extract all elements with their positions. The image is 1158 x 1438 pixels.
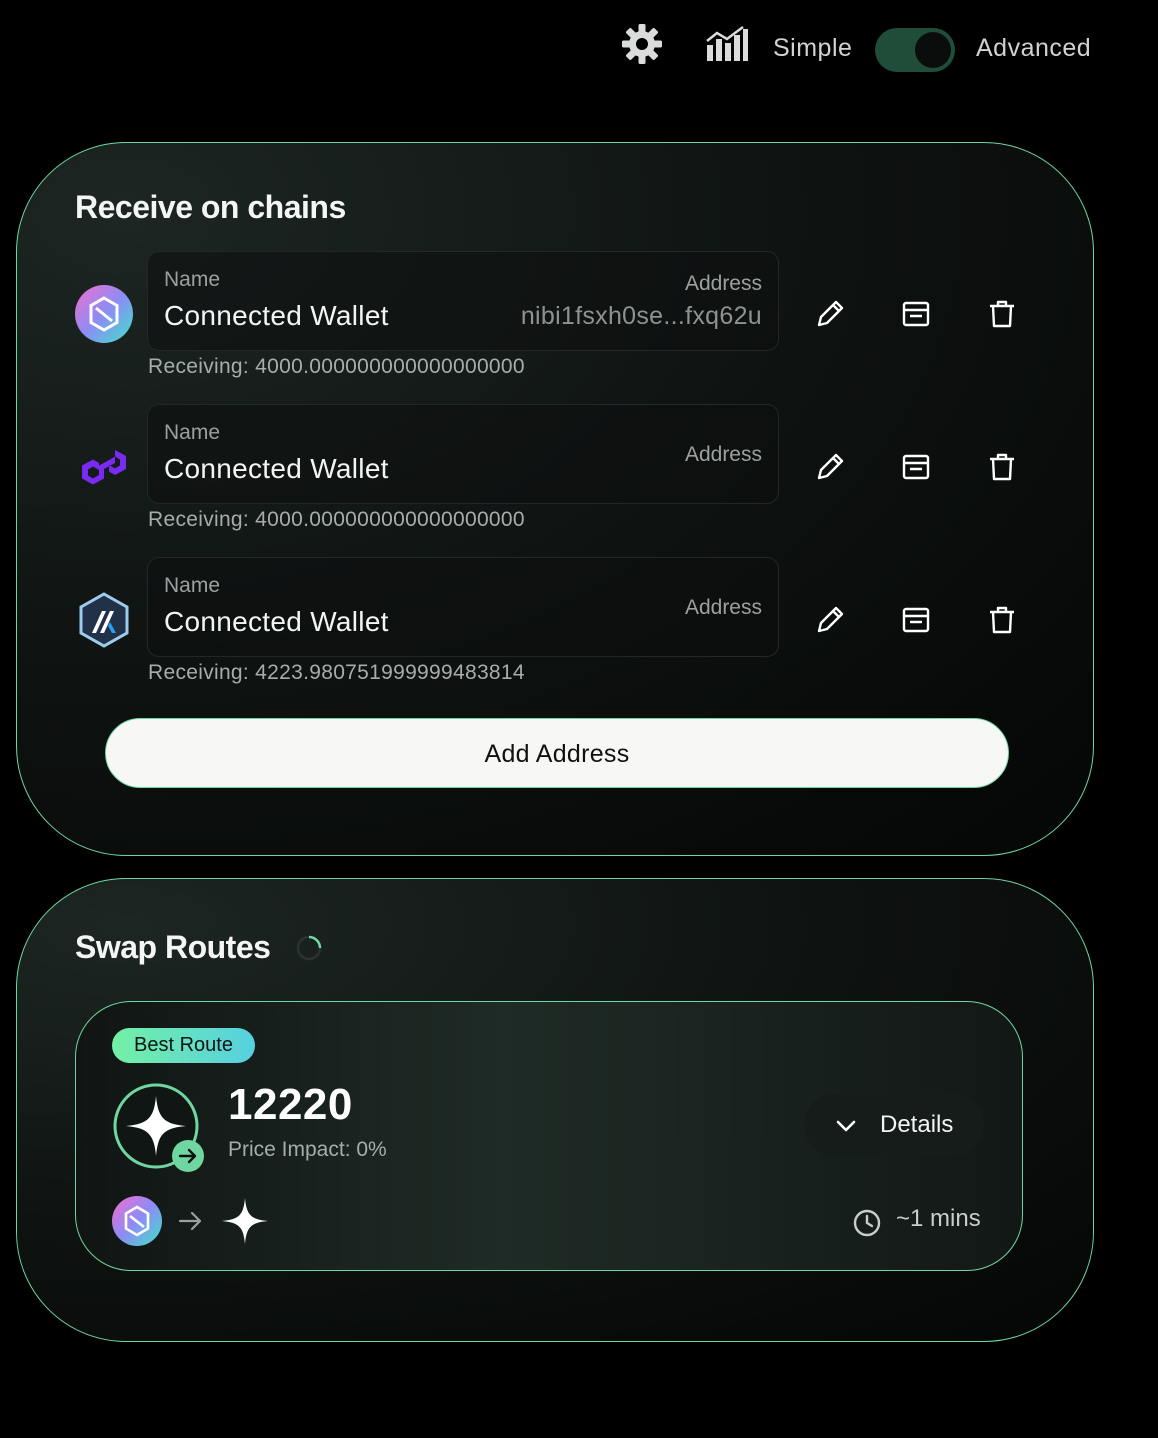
details-label: Details xyxy=(880,1111,954,1138)
chart-icon[interactable] xyxy=(705,25,749,63)
trash-icon[interactable] xyxy=(985,450,1019,484)
name-label: Name xyxy=(164,421,221,444)
address-label: Address xyxy=(684,596,762,619)
wallet-box[interactable]: Name Connected Wallet Address xyxy=(147,557,779,657)
trash-icon[interactable] xyxy=(985,603,1019,637)
pencil-icon[interactable] xyxy=(813,297,847,331)
receive-row: Name Connected Wallet Address Receiving:… xyxy=(17,557,1095,697)
address-value: nibi1fsxh0se...fxq62u xyxy=(520,302,762,330)
wallet-box[interactable]: Name Connected Wallet Address xyxy=(147,404,779,504)
name-label: Name xyxy=(164,268,221,291)
trash-icon[interactable] xyxy=(985,297,1019,331)
arbitrum-icon xyxy=(79,592,129,648)
swap-card: Swap Routes Best Route 12220 Price Impac… xyxy=(16,878,1094,1342)
details-button[interactable]: Details xyxy=(804,1094,984,1156)
loading-spinner-icon xyxy=(296,935,322,961)
receiving-amount: Receiving: 4223.980751999999483814 xyxy=(148,661,525,684)
wallet-box[interactable]: Name Connected Wallet Address nibi1fsxh0… xyxy=(147,251,779,351)
destination-token-icon xyxy=(113,1083,204,1172)
archive-icon[interactable] xyxy=(899,450,933,484)
name-label: Name xyxy=(164,574,221,597)
archive-icon[interactable] xyxy=(899,603,933,637)
mode-advanced-label[interactable]: Advanced xyxy=(976,34,1091,63)
nibiru-icon xyxy=(112,1196,162,1246)
top-bar: Simple Advanced xyxy=(0,0,1158,100)
receive-card: Receive on chains Name Connected Wallet … xyxy=(16,142,1094,856)
gear-icon[interactable] xyxy=(620,22,664,66)
address-label: Address xyxy=(684,272,762,295)
estimated-time: ~1 mins xyxy=(896,1205,981,1232)
receiving-amount: Receiving: 4000.000000000000000000 xyxy=(148,355,525,378)
route-amount: 12220 xyxy=(228,1080,353,1129)
chevron-down-icon xyxy=(836,1120,856,1132)
receive-row: Name Connected Wallet Address nibi1fsxh0… xyxy=(17,251,1095,391)
nibiru-icon xyxy=(75,285,133,343)
sparkle-token-icon xyxy=(222,1198,268,1244)
clock-icon xyxy=(853,1209,881,1237)
receiving-amount: Receiving: 4000.000000000000000000 xyxy=(148,508,525,531)
best-route-badge: Best Route xyxy=(112,1028,255,1063)
arrow-right-icon xyxy=(178,1211,202,1231)
wallet-name: Connected Wallet xyxy=(164,300,389,331)
route-card[interactable]: Best Route 12220 Price Impact: 0% Detail… xyxy=(75,1001,1023,1271)
price-impact: Price Impact: 0% xyxy=(228,1138,387,1161)
mode-toggle[interactable] xyxy=(875,28,955,72)
receive-title: Receive on chains xyxy=(75,189,346,225)
polygon-icon xyxy=(82,450,126,485)
pencil-icon[interactable] xyxy=(813,450,847,484)
add-address-button[interactable]: Add Address xyxy=(105,718,1009,788)
wallet-name: Connected Wallet xyxy=(164,453,389,484)
wallet-name: Connected Wallet xyxy=(164,606,389,637)
receive-row: Name Connected Wallet Address Receiving:… xyxy=(17,404,1095,544)
mode-simple-label[interactable]: Simple xyxy=(773,34,852,63)
swap-title: Swap Routes xyxy=(75,929,271,965)
pencil-icon[interactable] xyxy=(813,603,847,637)
archive-icon[interactable] xyxy=(899,297,933,331)
address-label: Address xyxy=(684,443,762,466)
toggle-knob xyxy=(915,32,951,68)
